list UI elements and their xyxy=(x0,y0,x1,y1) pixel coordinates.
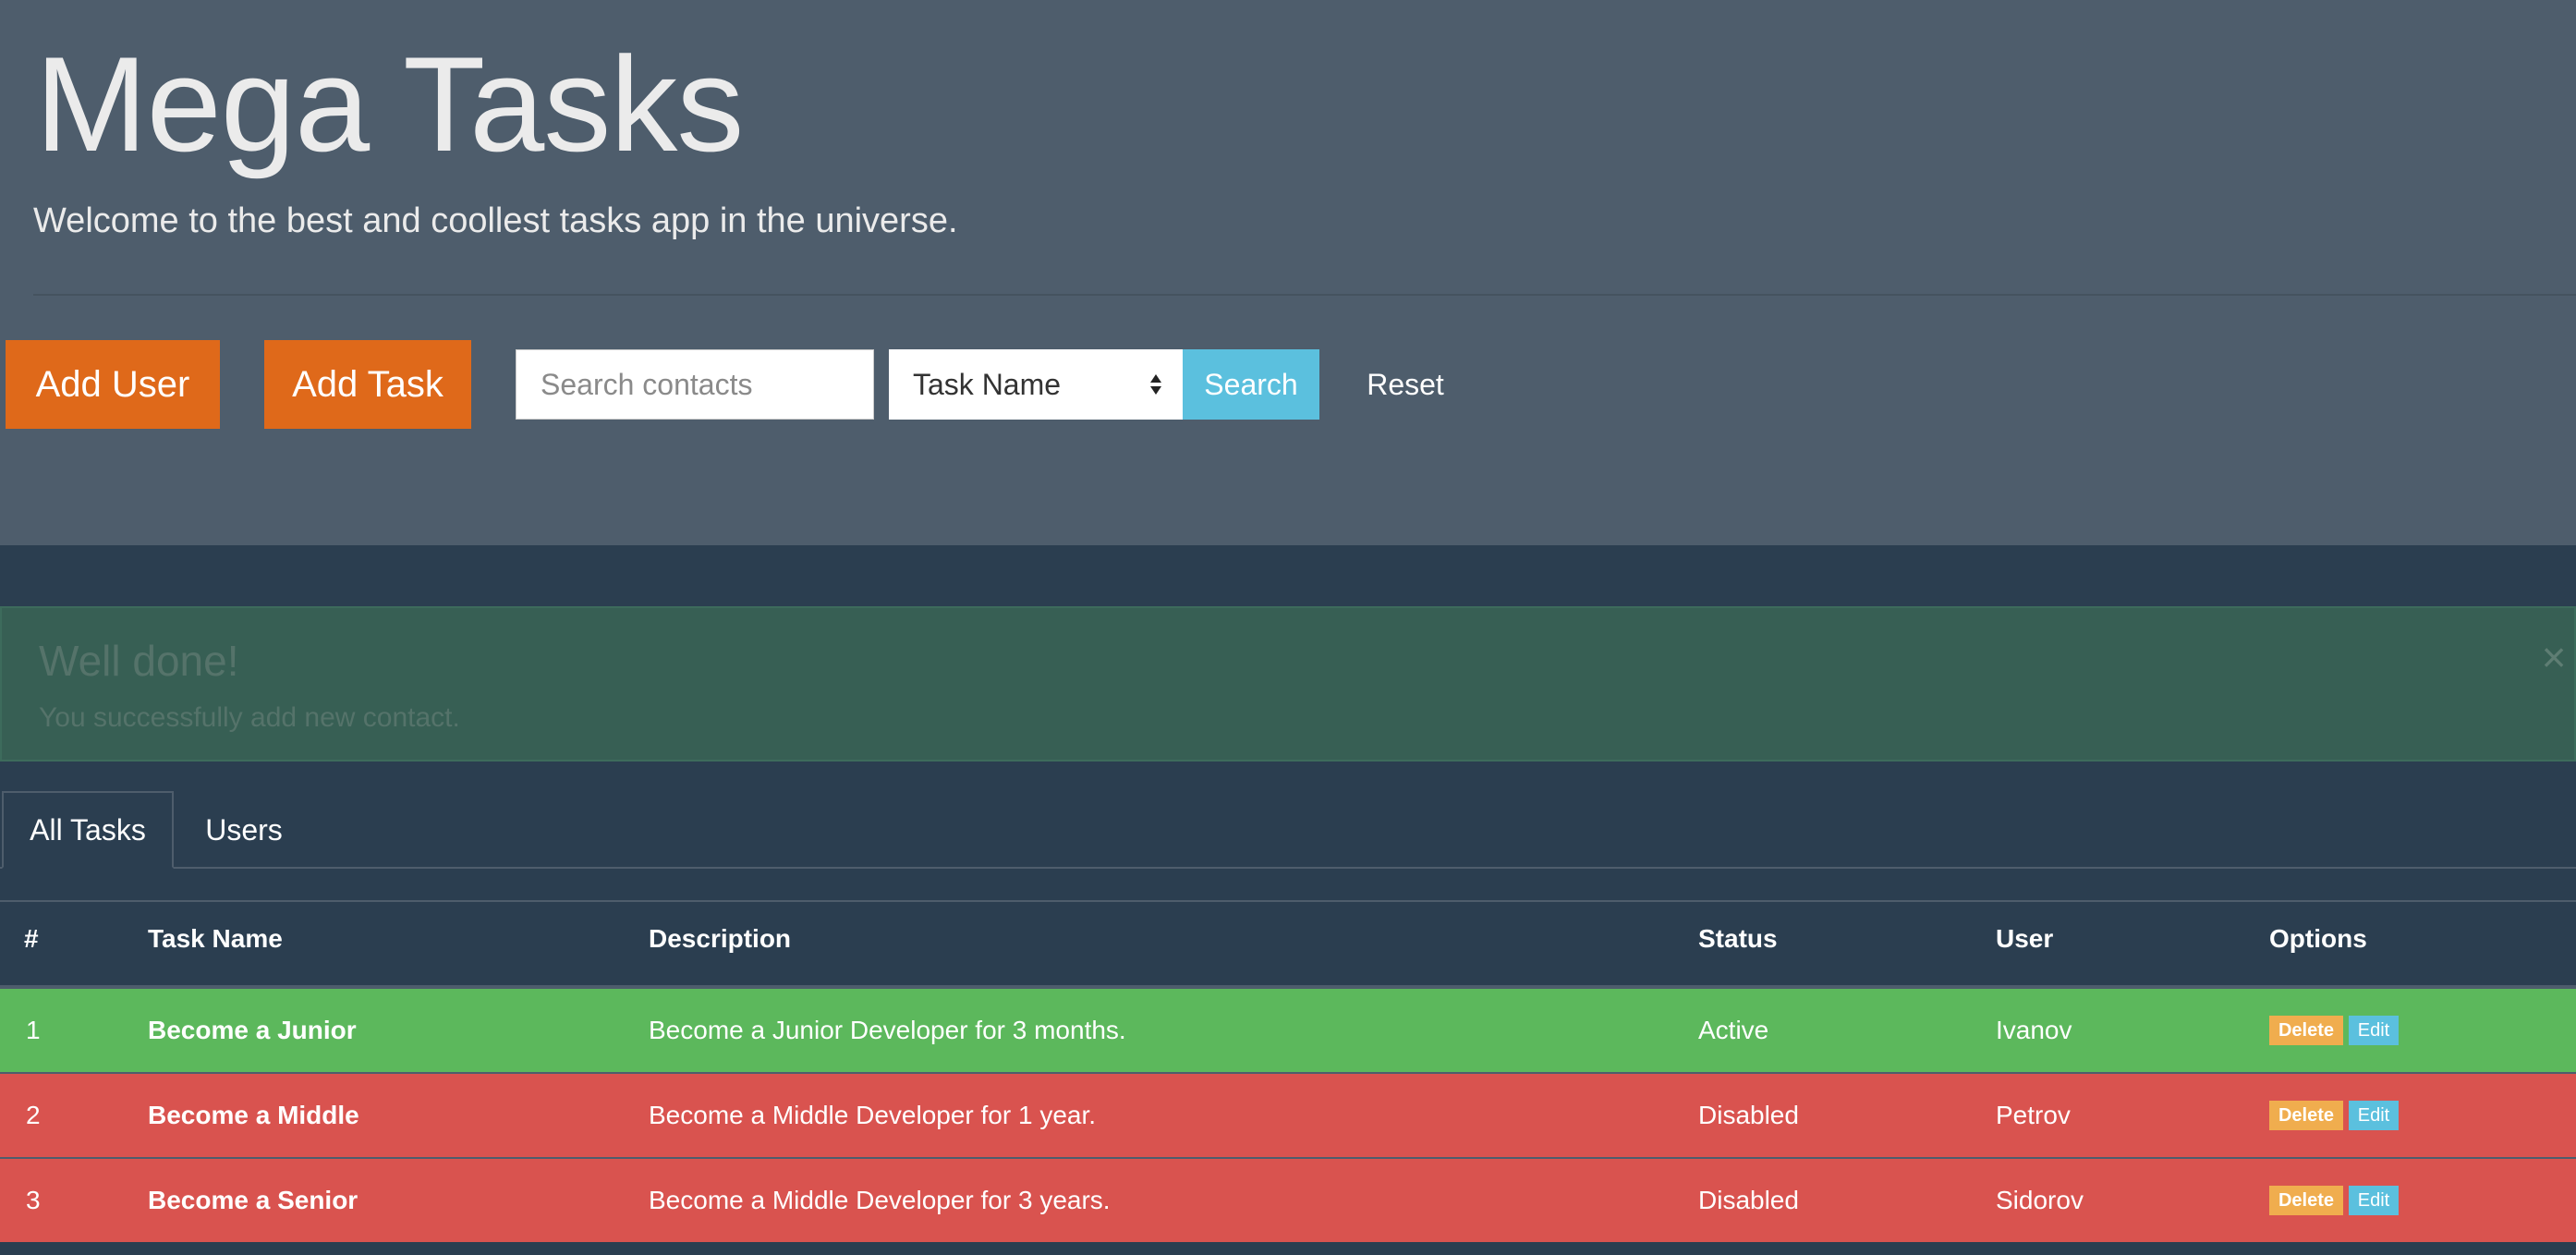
add-user-button[interactable]: Add User xyxy=(6,340,220,429)
search-field-select-value: Task Name xyxy=(913,367,1062,401)
edit-button[interactable]: Edit xyxy=(2349,1101,2399,1130)
row-user: Petrov xyxy=(1996,1101,2071,1129)
row-task-name: Become a Senior xyxy=(148,1186,358,1214)
edit-button[interactable]: Edit xyxy=(2349,1186,2399,1215)
add-task-button[interactable]: Add Task xyxy=(264,340,471,429)
column-header-task-name: Task Name xyxy=(148,924,283,953)
delete-button[interactable]: Delete xyxy=(2269,1101,2343,1130)
row-description: Become a Middle Developer for 1 year. xyxy=(649,1101,1097,1129)
delete-button[interactable]: Delete xyxy=(2269,1016,2343,1045)
table-row: 2 Become a Middle Become a Middle Develo… xyxy=(0,1074,2576,1157)
reset-button[interactable]: Reset xyxy=(1345,349,1465,420)
row-status: Active xyxy=(1698,1016,1769,1044)
jumbotron-header: Mega Tasks Welcome to the best and cooll… xyxy=(0,0,2576,545)
column-header-status: Status xyxy=(1698,924,1778,953)
row-task-name: Become a Middle xyxy=(148,1101,359,1129)
row-description: Become a Middle Developer for 3 years. xyxy=(649,1186,1111,1214)
row-number: 2 xyxy=(26,1101,41,1129)
header-divider xyxy=(33,294,2576,296)
row-status: Disabled xyxy=(1698,1186,1799,1214)
column-header-user: User xyxy=(1996,924,2054,953)
alert-close-icon[interactable]: × xyxy=(2535,634,2572,680)
column-header-options: Options xyxy=(2269,924,2367,953)
success-alert: Well done! You successfully add new cont… xyxy=(0,606,2576,762)
column-header-description: Description xyxy=(649,924,792,953)
table-row: 1 Become a Junior Become a Junior Develo… xyxy=(0,989,2576,1072)
edit-button[interactable]: Edit xyxy=(2349,1016,2399,1045)
row-status: Disabled xyxy=(1698,1101,1799,1129)
row-task-name: Become a Junior xyxy=(148,1016,357,1044)
select-caret-icon xyxy=(1150,374,1161,395)
tab-all-tasks[interactable]: All Tasks xyxy=(2,791,174,869)
tab-bar: All Tasks Users xyxy=(0,791,2576,869)
row-number: 3 xyxy=(26,1186,41,1214)
search-field-select[interactable]: Task Name xyxy=(889,349,1183,420)
tab-users[interactable]: Users xyxy=(181,791,307,869)
alert-message: You successfully add new contact. xyxy=(39,702,460,733)
table-row: 3 Become a Senior Become a Middle Develo… xyxy=(0,1159,2576,1242)
row-user: Sidorov xyxy=(1996,1186,2084,1214)
alert-title: Well done! xyxy=(39,637,239,685)
page-subtitle: Welcome to the best and coollest tasks a… xyxy=(33,201,958,240)
row-number: 1 xyxy=(26,1016,41,1044)
search-input[interactable] xyxy=(516,349,874,420)
row-description: Become a Junior Developer for 3 months. xyxy=(649,1016,1126,1044)
search-button[interactable]: Search xyxy=(1183,349,1319,420)
row-user: Ivanov xyxy=(1996,1016,2072,1044)
column-header-number: # xyxy=(24,924,39,953)
table-top-border xyxy=(0,900,2576,902)
delete-button[interactable]: Delete xyxy=(2269,1186,2343,1215)
page-title: Mega Tasks xyxy=(35,29,744,179)
